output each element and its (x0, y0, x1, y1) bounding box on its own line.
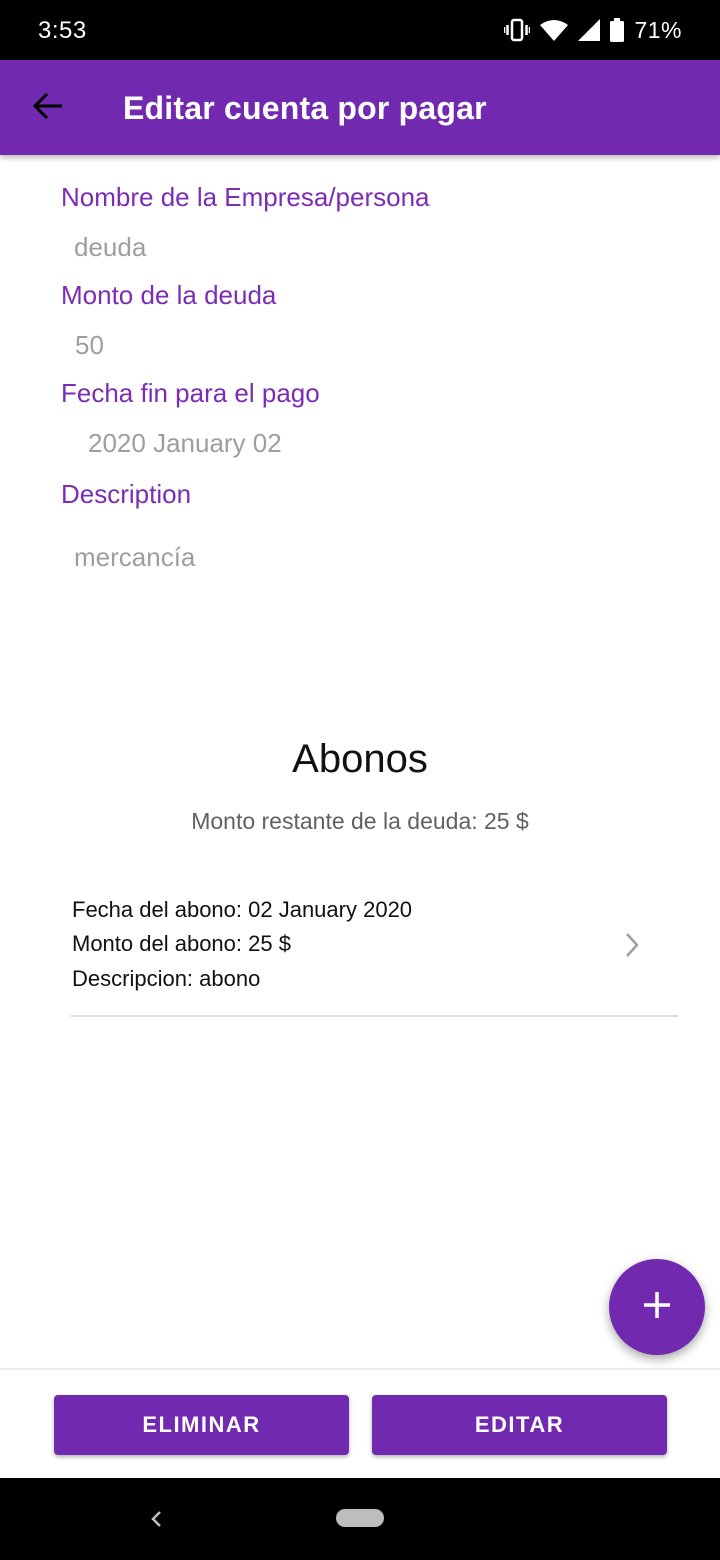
due-date-label: Fecha fin para el pago (61, 378, 320, 408)
home-pill-icon[interactable] (336, 1509, 384, 1527)
chevron-right-icon (620, 930, 644, 960)
payment-description: Descripcion: abono (72, 966, 261, 991)
vibrate-icon (504, 18, 531, 42)
battery-percent: 71% (634, 16, 682, 43)
back-button[interactable] (22, 82, 74, 134)
payments-title: Abonos (292, 737, 428, 781)
app-bar: Editar cuenta por pagar (0, 60, 720, 155)
payment-date: Fecha del abono: 02 January 2020 (72, 897, 413, 922)
add-payment-button[interactable] (609, 1259, 705, 1355)
company-name-label: Nombre de la Empresa/persona (61, 182, 430, 212)
remaining-amount: Monto restante de la deuda: 25 $ (191, 808, 529, 834)
description-field[interactable]: mercancía (74, 542, 195, 573)
description-label: Description (61, 479, 192, 509)
wifi-icon (540, 19, 569, 41)
divider (0, 1368, 720, 1370)
status-icons: 71% (504, 16, 682, 44)
plus-icon (642, 1290, 672, 1325)
status-time: 3:53 (38, 17, 87, 44)
payment-amount: Monto del abono: 25 $ (72, 931, 291, 956)
nav-back-icon[interactable] (145, 1505, 167, 1533)
due-date-field[interactable]: 2020 January 02 (88, 428, 282, 459)
company-name-field[interactable]: deuda (74, 232, 146, 263)
page-title: Editar cuenta por pagar (123, 90, 487, 126)
arrow-back-icon (32, 92, 64, 125)
system-nav-bar (0, 1478, 720, 1560)
status-bar: 3:53 71% (0, 0, 720, 60)
signal-icon (578, 19, 601, 41)
debt-amount-label: Monto de la deuda (61, 280, 277, 310)
list-item[interactable]: Fecha del abono: 02 January 2020 Monto d… (71, 890, 678, 1017)
battery-icon (610, 18, 625, 42)
edit-button[interactable]: EDITAR (372, 1395, 667, 1455)
debt-amount-field[interactable]: 50 (75, 330, 104, 361)
delete-button[interactable]: ELIMINAR (54, 1395, 349, 1455)
